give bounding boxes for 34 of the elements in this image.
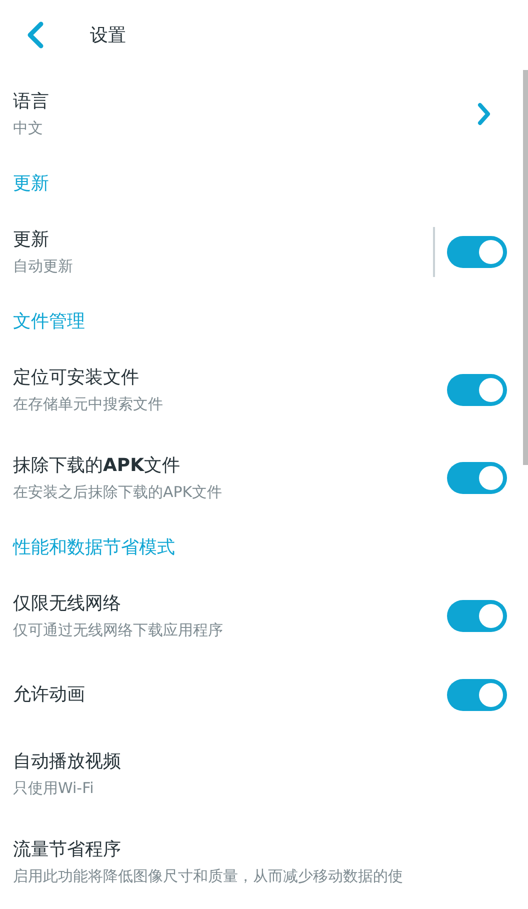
section-heading: 性能和数据节省模式 [13,536,175,560]
toggle-switch[interactable] [447,374,507,406]
setting-title: 自动播放视频 [13,750,122,774]
chevron-right-icon [477,102,491,126]
setting-title: 抹除下载的APK文件 [13,454,182,478]
scrollbar[interactable] [523,70,528,465]
setting-title: 更新 [13,228,50,252]
setting-description: 在安装之后抹除下载的APK文件 [13,482,224,503]
setting-title: 允许动画 [13,683,86,707]
setting-description: 在存储单元中搜索文件 [13,394,164,415]
settings-row[interactable]: 允许动画 [0,660,520,730]
settings-row[interactable]: 定位可安装文件 在存储单元中搜索文件 [0,346,520,434]
toggle-switch[interactable] [447,600,507,632]
settings-row[interactable]: 流量节省程序 启用此功能将降低图像尺寸和质量，从而减少移动数据的使 [0,818,520,906]
setting-description: 中文 [13,118,44,139]
settings-row[interactable]: 更新 自动更新 [0,208,520,296]
section-heading: 更新 [13,172,49,196]
setting-description: 自动更新 [13,256,74,277]
settings-row[interactable]: 仅限无线网络 仅可通过无线网络下载应用程序 [0,572,520,660]
toggle-switch[interactable] [447,462,507,494]
settings-row[interactable]: 抹除下载的APK文件 在安装之后抹除下载的APK文件 [0,434,520,522]
settings-row[interactable]: 语言 中文 [0,70,520,158]
setting-title: 流量节省程序 [13,838,122,862]
toggle-switch[interactable] [447,236,507,268]
section-heading: 文件管理 [13,310,85,334]
setting-title: 仅限无线网络 [13,592,122,616]
setting-description: 启用此功能将降低图像尺寸和质量，从而减少移动数据的使 [13,866,404,887]
settings-row[interactable]: 自动播放视频 只使用Wi-Fi [0,730,520,818]
setting-title: 语言 [13,90,50,114]
setting-description: 只使用Wi-Fi [13,778,95,799]
page-title: 设置 [90,24,126,48]
setting-description: 仅可通过无线网络下载应用程序 [13,620,224,641]
setting-title: 定位可安装文件 [13,366,140,390]
toggle-switch[interactable] [447,679,507,711]
